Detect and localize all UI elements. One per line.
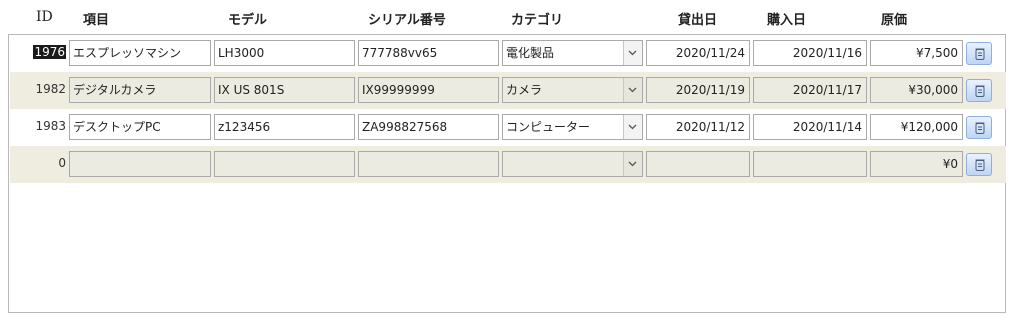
cost-field[interactable]: ¥7,500 bbox=[870, 40, 963, 66]
delete-button[interactable] bbox=[966, 153, 992, 176]
category-value: カメラ bbox=[506, 83, 543, 97]
cost-field[interactable]: ¥120,000 bbox=[870, 114, 963, 140]
row-id: 1982 bbox=[35, 82, 66, 96]
header-id: ID bbox=[36, 9, 53, 25]
model-field[interactable] bbox=[214, 151, 355, 177]
serial-field[interactable]: 777788vv65 bbox=[358, 40, 499, 66]
row-id: 0 bbox=[58, 156, 66, 170]
serial-field[interactable] bbox=[358, 151, 499, 177]
header-cost: 原価 bbox=[881, 13, 908, 28]
row-id-value: 1976 bbox=[33, 45, 66, 59]
header-serial: シリアル番号 bbox=[368, 13, 446, 28]
item-field[interactable]: デジタルカメラ bbox=[69, 77, 211, 103]
category-select[interactable]: コンピューター bbox=[502, 114, 643, 140]
purchase-date-field[interactable] bbox=[753, 151, 867, 177]
serial-field[interactable]: ZA998827568 bbox=[358, 114, 499, 140]
header-purchase-date: 購入日 bbox=[767, 13, 807, 28]
model-field[interactable]: LH3000 bbox=[214, 40, 355, 66]
delete-button[interactable] bbox=[966, 116, 992, 139]
loan-date-field[interactable] bbox=[646, 151, 750, 177]
category-value: コンピューター bbox=[506, 120, 591, 134]
item-field[interactable] bbox=[69, 151, 211, 177]
category-value: 電化製品 bbox=[506, 46, 555, 60]
serial-field[interactable]: IX99999999 bbox=[358, 77, 499, 103]
cost-field[interactable]: ¥0 bbox=[870, 151, 963, 177]
table-row: 1982 デジタルカメラ IX US 801S IX99999999 カメラ 2… bbox=[10, 72, 1006, 109]
model-field[interactable]: IX US 801S bbox=[214, 77, 355, 103]
table-row: 0 ¥0 bbox=[10, 146, 1006, 183]
trash-icon bbox=[975, 48, 985, 60]
item-field[interactable]: エスプレッソマシン bbox=[69, 40, 211, 66]
category-select[interactable]: 電化製品 bbox=[502, 40, 643, 66]
chevron-down-icon[interactable] bbox=[623, 152, 642, 176]
table-body: 1976 エスプレッソマシン LH3000 777788vv65 電化製品 20… bbox=[8, 34, 1006, 313]
row-id: 1976 bbox=[10, 45, 66, 59]
header-loan-date: 貸出日 bbox=[678, 13, 718, 28]
trash-icon bbox=[975, 159, 985, 171]
chevron-down-icon[interactable] bbox=[623, 115, 642, 139]
loan-date-field[interactable]: 2020/11/19 bbox=[646, 77, 750, 103]
purchase-date-field[interactable]: 2020/11/16 bbox=[753, 40, 867, 66]
header-model: モデル bbox=[228, 13, 268, 28]
loan-date-field[interactable]: 2020/11/24 bbox=[646, 40, 750, 66]
loan-date-field[interactable]: 2020/11/12 bbox=[646, 114, 750, 140]
row-id: 1983 bbox=[35, 119, 66, 133]
purchase-date-field[interactable]: 2020/11/14 bbox=[753, 114, 867, 140]
cost-field[interactable]: ¥30,000 bbox=[870, 77, 963, 103]
header-category: カテゴリ bbox=[511, 13, 564, 28]
delete-button[interactable] bbox=[966, 79, 992, 102]
chevron-down-icon[interactable] bbox=[623, 41, 642, 65]
table-row: 1983 デスクトップPC z123456 ZA998827568 コンピュータ… bbox=[10, 109, 1006, 146]
model-field[interactable]: z123456 bbox=[214, 114, 355, 140]
trash-icon bbox=[975, 122, 985, 134]
delete-button[interactable] bbox=[966, 42, 992, 65]
item-field[interactable]: デスクトップPC bbox=[69, 114, 211, 140]
table-row: 1976 エスプレッソマシン LH3000 777788vv65 電化製品 20… bbox=[10, 35, 1006, 72]
header-item: 項目 bbox=[83, 13, 110, 28]
purchase-date-field[interactable]: 2020/11/17 bbox=[753, 77, 867, 103]
category-select[interactable]: カメラ bbox=[502, 77, 643, 103]
table-header: ID 項目 モデル シリアル番号 カテゴリ 貸出日 購入日 原価 bbox=[0, 0, 1024, 34]
trash-icon bbox=[975, 85, 985, 97]
chevron-down-icon[interactable] bbox=[623, 78, 642, 102]
category-select[interactable] bbox=[502, 151, 643, 177]
